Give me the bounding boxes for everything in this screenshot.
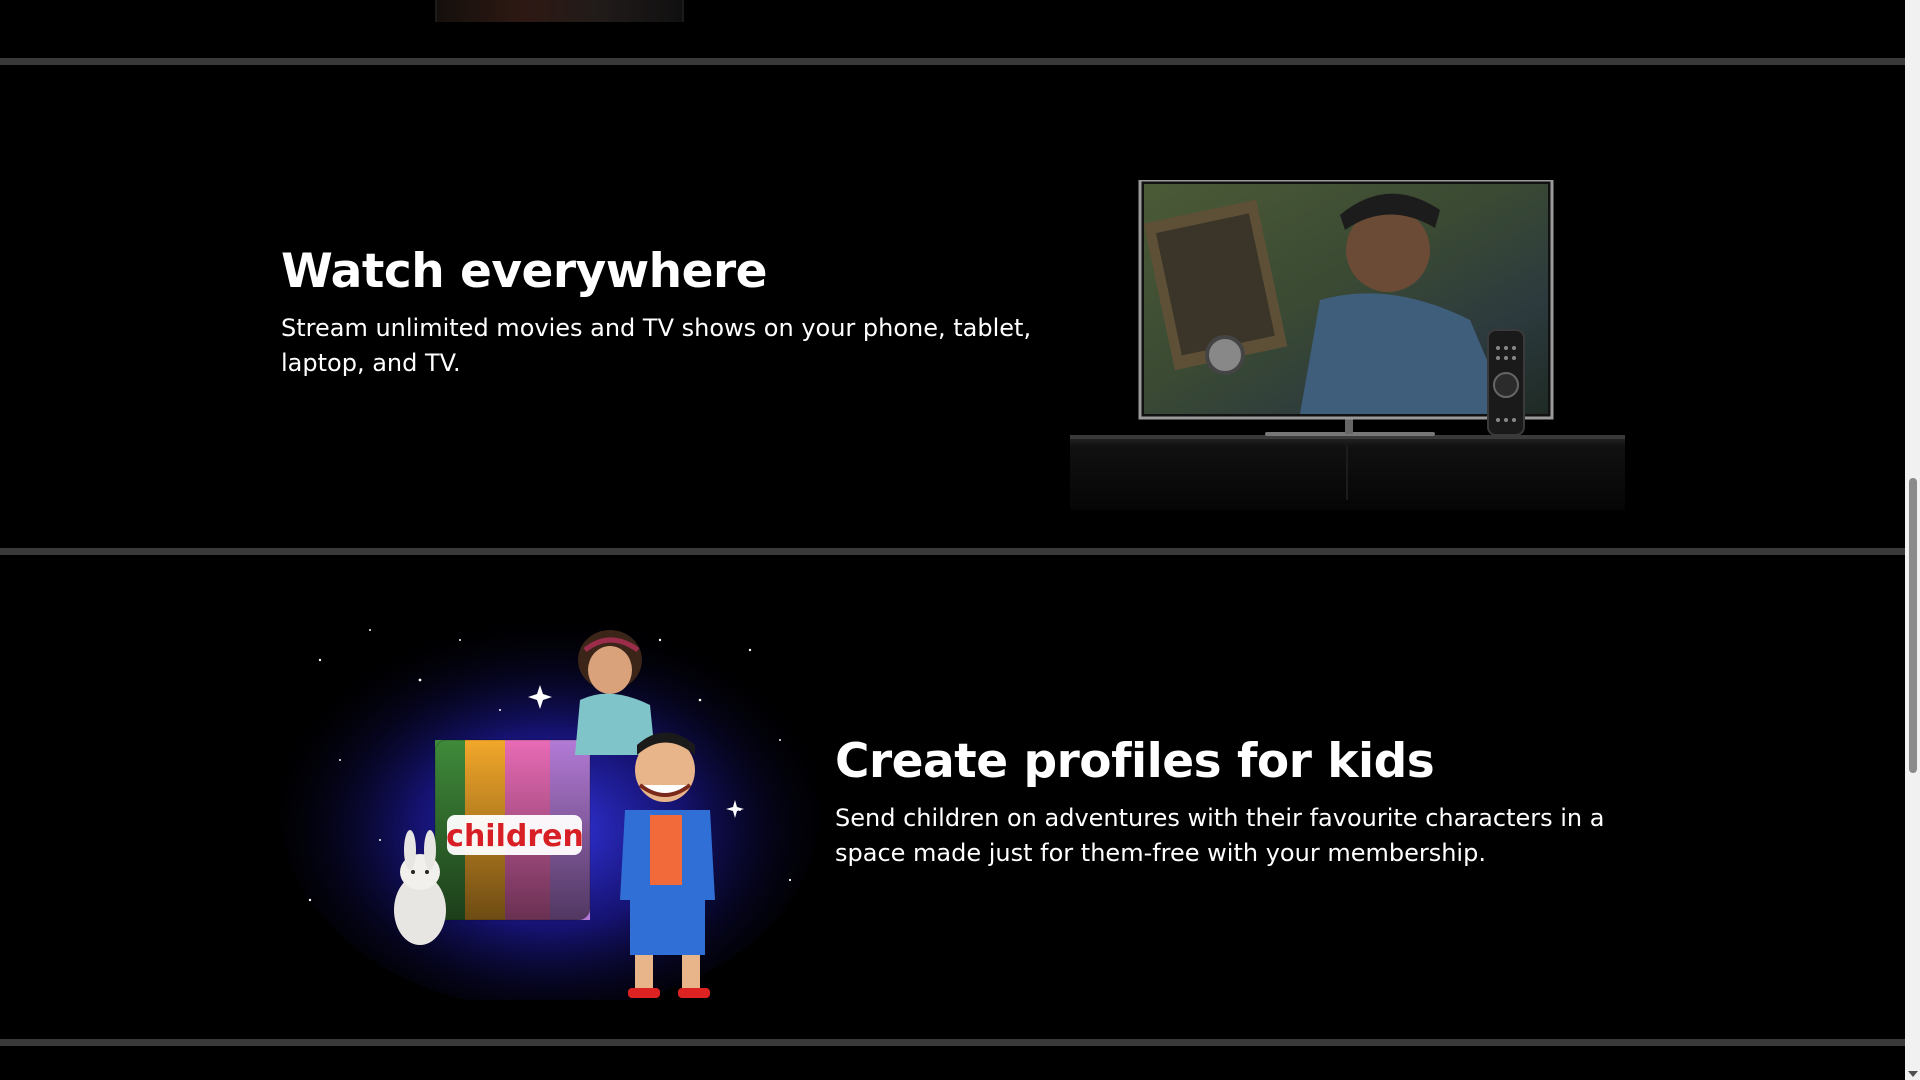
vertical-scrollbar[interactable]	[1905, 0, 1920, 1080]
previous-section-image	[435, 0, 684, 22]
section-divider	[0, 58, 1905, 65]
scrollbar-thumb[interactable]	[1909, 478, 1917, 773]
kids-illustration: children	[280, 610, 820, 1000]
feature-text-block: Watch everywhere Stream unlimited movies…	[281, 244, 1041, 381]
feature-description: Stream unlimited movies and TV shows on …	[281, 314, 1032, 378]
page: Watch everywhere Stream unlimited movies…	[0, 0, 1905, 1080]
feature-text-block: Create profiles for kids Send children o…	[835, 734, 1635, 871]
tv-illustration	[1070, 180, 1625, 510]
section-divider	[0, 548, 1905, 555]
scroll-down-arrow-icon[interactable]	[1908, 1071, 1918, 1077]
feature-title: Create profiles for kids	[835, 734, 1435, 789]
children-logo-text: children	[446, 819, 584, 854]
section-divider	[0, 1039, 1905, 1046]
feature-description: Send children on adventures with their f…	[835, 804, 1605, 868]
feature-title: Watch everywhere	[281, 244, 768, 299]
